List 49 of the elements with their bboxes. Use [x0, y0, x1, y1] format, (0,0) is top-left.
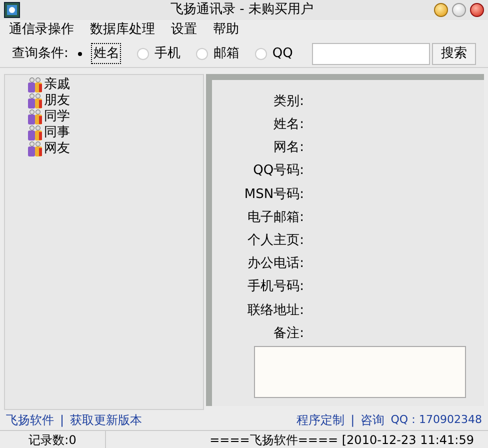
tree-item[interactable]: 亲戚: [27, 77, 203, 93]
tree-item[interactable]: 朋友: [27, 93, 203, 109]
people-icon: [27, 77, 43, 93]
menu-item[interactable]: 通信录操作: [9, 20, 74, 40]
field-label: 办公电话:: [248, 255, 304, 274]
radio-button[interactable]: [255, 48, 268, 60]
link-separator: |: [350, 412, 355, 429]
radio-label: 姓名: [91, 42, 122, 64]
tree-item[interactable]: 同学: [27, 109, 203, 125]
people-icon: [27, 93, 43, 109]
field-label: QQ号码:: [253, 162, 304, 180]
link[interactable]: 咨询: [360, 411, 385, 429]
radio-button[interactable]: [137, 48, 150, 60]
menu-item[interactable]: 设置: [171, 20, 197, 40]
minimize-button[interactable]: [434, 3, 448, 17]
people-icon: [27, 125, 43, 141]
qq-number: QQ：170902348: [390, 412, 482, 428]
status-info: ====飞扬软件==== [2010-12-23 11:41:59: [210, 432, 474, 448]
link[interactable]: 程序定制: [296, 411, 345, 429]
radio-button[interactable]: [196, 48, 208, 60]
search-button[interactable]: 搜索: [432, 42, 476, 64]
field-label: 姓名:: [274, 116, 304, 134]
field-label: 个人主页:: [248, 232, 304, 250]
field-label: 网名:: [274, 139, 304, 158]
search-condition-label: 查询条件:: [12, 44, 68, 63]
notes-field[interactable]: [254, 346, 466, 398]
people-icon: [27, 109, 43, 125]
field-label: 联络地址:: [248, 302, 304, 320]
tree-item[interactable]: 网友: [27, 141, 203, 157]
window-title: 飞扬通讯录 - 未购买用户: [170, 1, 314, 20]
field-label: 手机号码:: [248, 278, 304, 296]
field-label: 电子邮箱:: [248, 208, 304, 227]
app-icon: [4, 2, 20, 18]
radio-label: QQ: [272, 44, 293, 63]
link[interactable]: 获取更新版本: [70, 411, 142, 429]
link[interactable]: 飞扬软件: [6, 411, 54, 429]
radio-label: 手机: [154, 44, 180, 63]
field-label: 类别:: [274, 92, 304, 111]
search-field[interactable]: [312, 42, 430, 64]
menu-item[interactable]: 数据库处理: [90, 20, 155, 40]
radio-label: 邮箱: [213, 44, 240, 63]
record-count: 记录数:0: [28, 432, 76, 448]
tree-item[interactable]: 同事: [27, 125, 203, 141]
menu-item[interactable]: 帮助: [213, 20, 239, 40]
field-label: MSN号码:: [244, 186, 304, 204]
people-icon: [27, 141, 43, 157]
link-separator: |: [60, 412, 64, 429]
notes-label: 备注:: [274, 324, 304, 343]
close-button[interactable]: [470, 3, 484, 17]
